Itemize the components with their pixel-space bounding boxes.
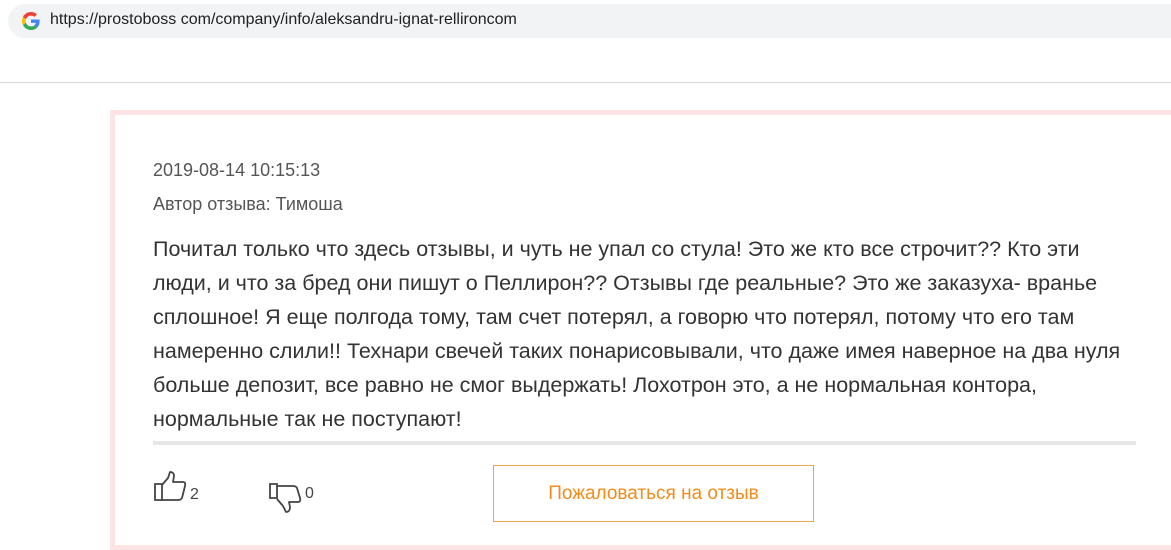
url-text[interactable]: https://prostoboss com/company/info/alek… [50,11,517,29]
header-divider [0,82,1171,83]
address-bar[interactable]: https://prostoboss com/company/info/alek… [8,4,1171,38]
like-count: 2 [190,486,199,503]
dislike-button[interactable]: 0 [268,482,314,514]
dislike-count: 0 [305,485,314,502]
complain-button[interactable]: Пожаловаться на отзыв [493,465,814,522]
review-date: 2019-08-14 10:15:13 [153,160,321,180]
review-divider [153,441,1136,445]
review-author: Автор отзыва: Тимоша [153,194,343,214]
like-button[interactable]: 2 [153,468,199,504]
thumbs-down-icon [269,483,302,513]
review-text: Почитал только что здесь отзывы, и чуть … [153,237,1121,431]
thumbs-up-icon [154,471,187,501]
google-g-icon [22,12,40,30]
